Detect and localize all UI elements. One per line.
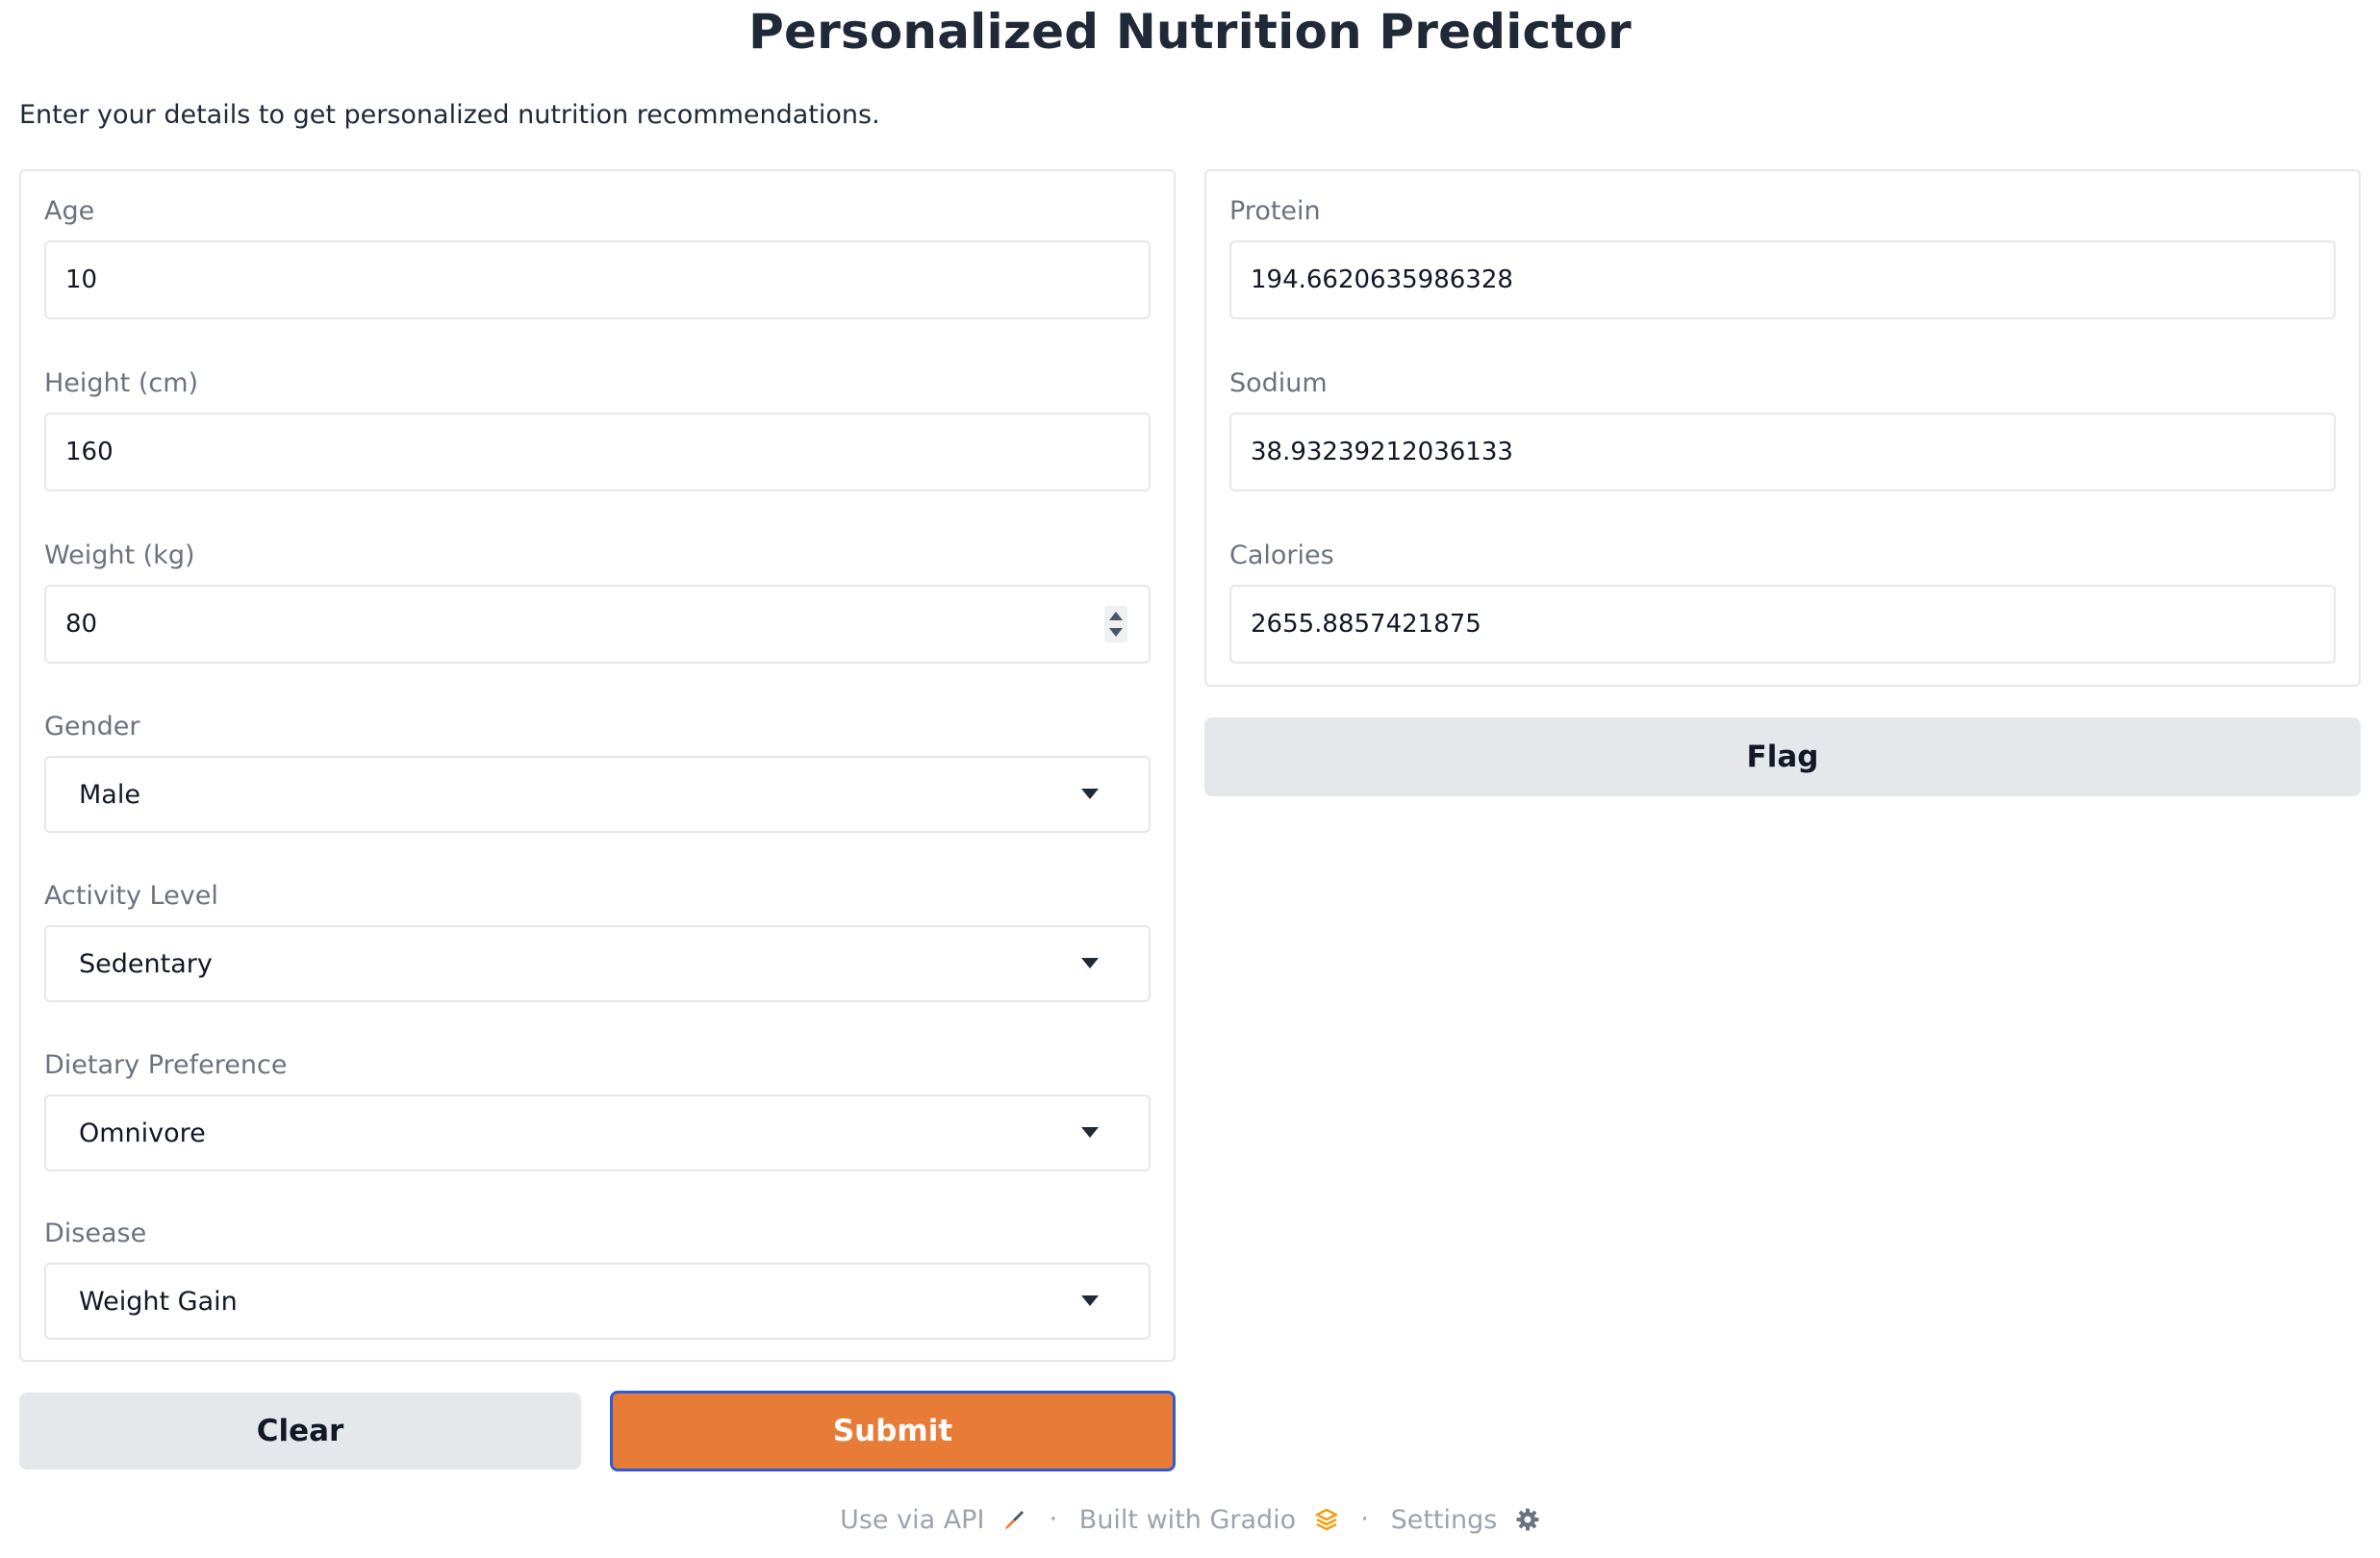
activity-field: Activity Level Sedentary [44,877,1151,1002]
dropdown-arrow-icon [1081,1295,1099,1306]
footer: Use via API · Built with Gradio · Settin… [0,1503,2380,1535]
dropdown-arrow-icon [1081,958,1099,968]
disease-selected: Weight Gain [79,1286,238,1317]
weight-label: Weight (kg) [44,540,195,570]
protein-output[interactable]: 194.6620635986328 [1229,240,2336,319]
footer-separator: · [1049,1504,1058,1534]
disease-label: Disease [44,1219,147,1248]
sodium-value: 38.93239212036133 [1251,438,1513,466]
sodium-output[interactable]: 38.93239212036133 [1229,413,2336,491]
built-with-gradio-label: Built with Gradio [1078,1504,1297,1535]
gradio-logo-icon [1315,1508,1337,1531]
height-input[interactable]: 160 [44,413,1151,491]
height-label: Height (cm) [44,368,199,398]
diet-dropdown[interactable]: Omnivore [44,1094,1151,1171]
gender-dropdown[interactable]: Male [44,756,1151,833]
diet-field: Dietary Preference Omnivore [44,1046,1151,1171]
submit-button[interactable]: Submit [610,1391,1176,1471]
protein-label: Protein [1229,196,1321,226]
weight-value: 80 [65,610,98,639]
dropdown-arrow-icon [1081,1127,1099,1138]
calories-field: Calories 2655.8857421875 [1229,537,2336,664]
activity-selected: Sedentary [79,948,213,979]
age-value: 10 [65,265,98,294]
dropdown-arrow-icon [1081,789,1099,799]
weight-field: Weight (kg) 80 [44,537,1151,664]
settings-link[interactable]: Settings [1390,1504,1540,1535]
calories-output[interactable]: 2655.8857421875 [1229,585,2336,664]
use-via-api-label: Use via API [840,1504,985,1535]
gender-field: Gender Male [44,708,1151,833]
gender-label: Gender [44,712,140,741]
sodium-label: Sodium [1229,368,1328,398]
stepper-up-icon[interactable] [1109,612,1123,620]
built-with-gradio-link[interactable]: Built with Gradio [1078,1504,1348,1535]
app-page: Personalized Nutrition Predictor Enter y… [0,0,2380,1558]
activity-dropdown[interactable]: Sedentary [44,925,1151,1002]
flag-button[interactable]: Flag [1204,717,2361,796]
stepper-down-icon[interactable] [1109,628,1123,637]
disease-dropdown[interactable]: Weight Gain [44,1263,1151,1340]
use-via-api-link[interactable]: Use via API [840,1504,1036,1535]
page-description: Enter your details to get personalized n… [19,100,880,130]
footer-separator: · [1360,1504,1369,1534]
page-title: Personalized Nutrition Predictor [748,4,1632,60]
height-field: Height (cm) 160 [44,364,1151,491]
diet-selected: Omnivore [79,1118,206,1148]
gear-icon [1516,1508,1539,1531]
age-field: Age 10 [44,192,1151,319]
weight-input[interactable]: 80 [44,585,1151,664]
sodium-field: Sodium 38.93239212036133 [1229,364,2336,491]
height-value: 160 [65,438,114,466]
age-input[interactable]: 10 [44,240,1151,319]
protein-value: 194.6620635986328 [1251,265,1513,294]
calories-label: Calories [1229,540,1334,570]
outputs-panel: Protein 194.6620635986328 Sodium 38.9323… [1204,169,2361,687]
activity-label: Activity Level [44,881,218,911]
gender-selected: Male [79,779,140,810]
settings-label: Settings [1390,1504,1498,1535]
disease-field: Disease Weight Gain [44,1215,1151,1340]
calories-value: 2655.8857421875 [1251,610,1481,639]
inputs-panel: Age 10 Height (cm) 160 Weight (kg) 80 Ge… [19,169,1176,1362]
rocket-icon [1005,1511,1025,1529]
clear-button[interactable]: Clear [19,1393,581,1470]
diet-label: Dietary Preference [44,1050,288,1080]
age-label: Age [44,196,95,226]
protein-field: Protein 194.6620635986328 [1229,192,2336,319]
number-stepper[interactable] [1104,606,1127,642]
